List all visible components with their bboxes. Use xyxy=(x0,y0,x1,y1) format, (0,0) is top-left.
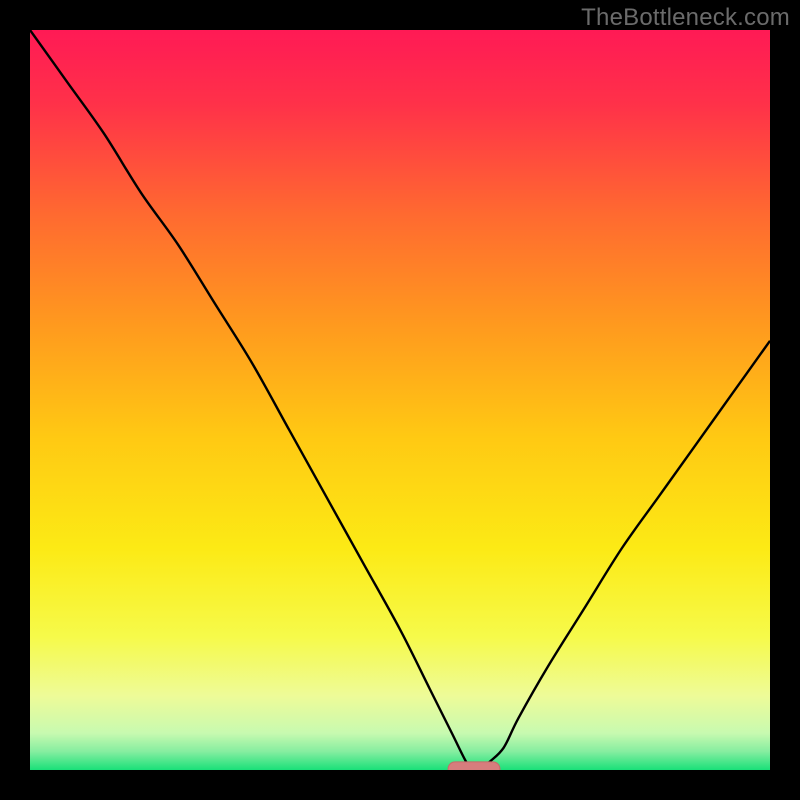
chart-frame: TheBottleneck.com xyxy=(0,0,800,800)
optimal-marker xyxy=(448,762,500,770)
gradient-background xyxy=(30,30,770,770)
watermark-text: TheBottleneck.com xyxy=(581,4,790,32)
chart-svg xyxy=(30,30,770,770)
plot-area xyxy=(30,30,770,770)
